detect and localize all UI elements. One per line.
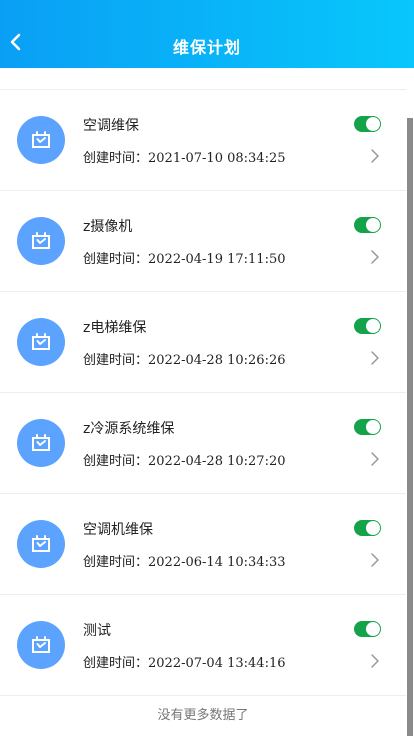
toggle-knob <box>366 319 380 333</box>
enable-toggle[interactable] <box>354 520 381 536</box>
page-title: 维保计划 <box>172 38 241 57</box>
battery-check-icon <box>32 434 50 451</box>
list-item[interactable]: 空调机维保 创建时间：2022-06-14 10:34:33 <box>0 494 406 595</box>
battery-check-icon <box>32 131 50 148</box>
list-top-spacer <box>0 68 406 90</box>
created-time-value: 2021-07-10 08:34:25 <box>148 151 286 166</box>
plan-created-time: 创建时间：2022-04-28 10:27:20 <box>83 450 286 469</box>
no-more-data-text: 没有更多数据了 <box>157 708 249 723</box>
created-time-value: 2022-04-19 17:11:50 <box>148 252 286 267</box>
enable-toggle[interactable] <box>354 116 381 132</box>
plan-name: z冷源系统维保 <box>83 421 175 437</box>
created-time-label: 创建时间： <box>83 252 149 267</box>
toggle-knob <box>366 420 380 434</box>
scrollbar[interactable] <box>406 68 414 736</box>
enable-toggle[interactable] <box>354 318 381 334</box>
battery-check-icon <box>32 333 50 350</box>
created-time-label: 创建时间： <box>83 353 149 368</box>
toggle-knob <box>366 117 380 131</box>
plan-created-time: 创建时间：2022-07-04 13:44:16 <box>83 652 286 671</box>
enable-toggle[interactable] <box>354 621 381 637</box>
battery-check-icon <box>32 232 50 249</box>
created-time-value: 2022-06-14 10:34:33 <box>148 555 286 570</box>
created-time-value: 2022-04-28 10:26:26 <box>148 353 286 368</box>
enable-toggle[interactable] <box>354 217 381 233</box>
list-item[interactable]: z电梯维保 创建时间：2022-04-28 10:26:26 <box>0 292 406 393</box>
created-time-value: 2022-07-04 13:44:16 <box>148 656 286 671</box>
plan-name: 空调维保 <box>83 118 139 134</box>
toggle-knob <box>366 521 380 535</box>
plan-created-time: 创建时间：2022-04-28 10:26:26 <box>83 349 286 368</box>
created-time-label: 创建时间： <box>83 656 149 671</box>
chevron-right-icon[interactable] <box>369 148 381 164</box>
list-item[interactable]: 测试 创建时间：2022-07-04 13:44:16 <box>0 595 406 696</box>
plan-name: 测试 <box>83 623 111 639</box>
created-time-label: 创建时间： <box>83 454 149 469</box>
plan-avatar <box>17 520 65 568</box>
chevron-right-icon[interactable] <box>369 249 381 265</box>
chevron-right-icon[interactable] <box>369 350 381 366</box>
plan-list[interactable]: 空调维保 创建时间：2021-07-10 08:34:25 z摄像机 创建时间：… <box>0 68 406 736</box>
plan-name: z电梯维保 <box>83 320 147 336</box>
chevron-right-icon[interactable] <box>369 653 381 669</box>
list-item[interactable]: z摄像机 创建时间：2022-04-19 17:11:50 <box>0 191 406 292</box>
battery-check-icon <box>32 535 50 552</box>
toggle-knob <box>366 218 380 232</box>
plan-avatar <box>17 116 65 164</box>
plan-avatar <box>17 621 65 669</box>
list-item[interactable]: 空调维保 创建时间：2021-07-10 08:34:25 <box>0 90 406 191</box>
plan-created-time: 创建时间：2022-04-19 17:11:50 <box>83 248 286 267</box>
plan-avatar <box>17 217 65 265</box>
created-time-label: 创建时间： <box>83 555 149 570</box>
plan-name: 空调机维保 <box>83 522 153 538</box>
plan-avatar <box>17 318 65 366</box>
header-bar: 维保计划 <box>0 0 414 68</box>
plan-avatar <box>17 419 65 467</box>
battery-check-icon <box>32 636 50 653</box>
plan-name: z摄像机 <box>83 219 133 235</box>
plan-created-time: 创建时间：2022-06-14 10:34:33 <box>83 551 286 570</box>
enable-toggle[interactable] <box>354 419 381 435</box>
plan-created-time: 创建时间：2021-07-10 08:34:25 <box>83 147 286 166</box>
created-time-label: 创建时间： <box>83 151 149 166</box>
toggle-knob <box>366 622 380 636</box>
scrollbar-thumb[interactable] <box>407 118 413 736</box>
created-time-value: 2022-04-28 10:27:20 <box>148 454 286 469</box>
chevron-right-icon[interactable] <box>369 552 381 568</box>
chevron-right-icon[interactable] <box>369 451 381 467</box>
list-item[interactable]: z冷源系统维保 创建时间：2022-04-28 10:27:20 <box>0 393 406 494</box>
